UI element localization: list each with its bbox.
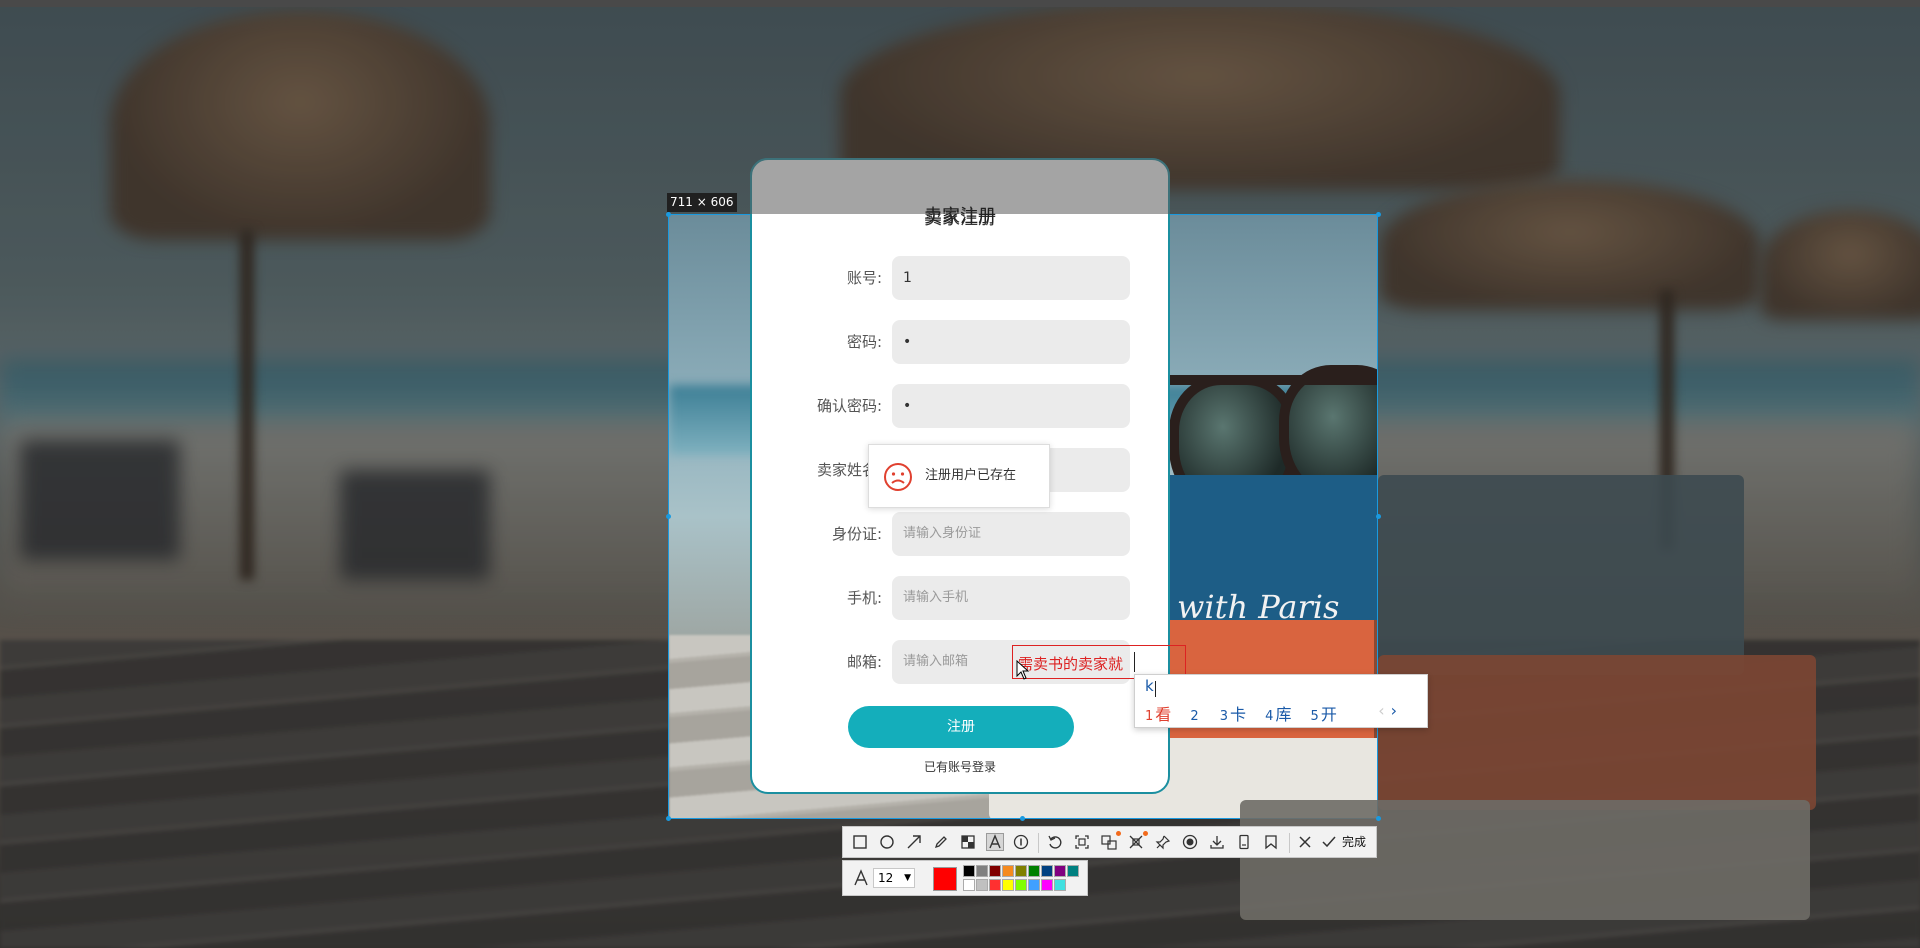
ime-composition: k [1145, 677, 1154, 695]
color-swatch[interactable] [1067, 865, 1079, 877]
rectangle-icon[interactable] [852, 834, 868, 850]
resize-handle[interactable] [1376, 816, 1381, 821]
field-label: 确认密码: [816, 397, 882, 415]
ime-caret [1155, 681, 1156, 697]
font-size-select[interactable]: 12 ▼ [873, 868, 915, 888]
ime-candidate[interactable]: 2 [1190, 705, 1200, 724]
form-row-confirm-password: 确认密码: • [752, 384, 1172, 428]
cancel-icon[interactable] [1297, 834, 1313, 850]
long-screenshot-icon[interactable] [1236, 834, 1252, 850]
resize-handle[interactable] [666, 212, 671, 217]
phone-input[interactable]: 请输入手机 [892, 576, 1130, 620]
ellipse-icon[interactable] [879, 834, 895, 850]
color-swatch[interactable] [989, 865, 1001, 877]
book-edge [1378, 655, 1816, 810]
form-row-id-card: 身份证: 请输入身份证 [752, 512, 1172, 556]
done-check-icon[interactable] [1321, 834, 1337, 850]
ime-page-nav: ‹ › [1378, 701, 1397, 720]
new-feature-dot [1116, 831, 1121, 836]
screenshot-toolbar: 完成 [842, 826, 1377, 858]
serial-number-icon[interactable] [1013, 834, 1029, 850]
selection-size-badge: 711 × 606 [667, 193, 737, 212]
pencil-icon[interactable] [933, 834, 949, 850]
ime-candidate[interactable]: 1看 [1145, 701, 1171, 725]
color-swatch[interactable] [1015, 865, 1027, 877]
font-icon [853, 869, 869, 891]
ime-prev-page-icon[interactable]: ‹ [1378, 701, 1384, 720]
confirm-password-input[interactable]: • [892, 384, 1130, 428]
color-swatch[interactable] [963, 879, 975, 891]
form-row-account: 账号: 1 [752, 256, 1172, 300]
text-icon[interactable] [986, 833, 1004, 851]
save-icon[interactable] [1209, 834, 1225, 850]
error-toast: 注册用户已存在 [868, 444, 1050, 508]
undo-icon[interactable] [1047, 834, 1063, 850]
id-card-input[interactable]: 请输入身份证 [892, 512, 1130, 556]
form-row-password: 密码: • [752, 320, 1172, 364]
book-edge [1240, 800, 1810, 920]
resize-handle[interactable] [666, 514, 671, 519]
field-label: 身份证: [831, 525, 882, 543]
ime-candidate[interactable]: 5开 [1311, 701, 1337, 725]
ime-candidate-window: k 1看 2 3卡 4库 5开 ‹ › [1134, 674, 1428, 728]
color-palette [963, 865, 1081, 893]
scroll-capture-icon[interactable] [1128, 834, 1144, 850]
pin-icon[interactable] [1155, 834, 1171, 850]
bookmark-icon[interactable] [1263, 834, 1279, 850]
field-label: 手机: [846, 589, 882, 607]
text-style-toolbar: 12 ▼ [842, 860, 1088, 896]
color-swatch[interactable] [1002, 879, 1014, 891]
ime-next-page-icon[interactable]: › [1391, 701, 1397, 720]
field-label: 邮箱: [846, 653, 882, 671]
text-caret [1134, 652, 1135, 672]
toast-message: 注册用户已存在 [925, 468, 1017, 483]
color-swatch[interactable] [1054, 879, 1066, 891]
color-swatch[interactable] [1028, 879, 1040, 891]
color-swatch[interactable] [1041, 865, 1053, 877]
password-input[interactable]: • [892, 320, 1130, 364]
annotation-text: 需卖书的卖家就 [1018, 655, 1124, 673]
font-size-value: 12 [878, 871, 894, 885]
color-swatch[interactable] [1041, 879, 1053, 891]
resize-handle[interactable] [666, 816, 671, 821]
resize-handle[interactable] [1020, 816, 1025, 821]
done-button[interactable]: 完成 [1342, 827, 1366, 857]
field-label: 密码: [846, 333, 882, 351]
field-label: 账号: [846, 269, 882, 287]
color-swatch[interactable] [976, 879, 988, 891]
arrow-icon[interactable] [906, 834, 922, 850]
color-swatch[interactable] [1015, 879, 1027, 891]
book-edge [1378, 475, 1744, 675]
mouse-cursor-icon [1016, 660, 1030, 680]
login-link[interactable]: 已有账号登录 [752, 758, 1168, 775]
ocr-icon[interactable] [1074, 834, 1090, 850]
color-swatch[interactable] [989, 879, 1001, 891]
sad-face-icon [884, 463, 912, 491]
ime-candidate-list: 1看 2 3卡 4库 5开 [1145, 701, 1351, 725]
record-icon[interactable] [1182, 834, 1198, 850]
toolbar-divider [1038, 833, 1039, 853]
color-swatch[interactable] [963, 865, 975, 877]
chevron-down-icon: ▼ [904, 873, 911, 883]
color-swatch[interactable] [976, 865, 988, 877]
form-row-phone: 手机: 请输入手机 [752, 576, 1172, 620]
resize-handle[interactable] [1376, 212, 1381, 217]
translate-icon[interactable] [1101, 834, 1117, 850]
resize-handle[interactable] [1376, 514, 1381, 519]
ime-candidate[interactable]: 3卡 [1220, 701, 1246, 725]
color-swatch[interactable] [1002, 865, 1014, 877]
color-swatch[interactable] [1054, 865, 1066, 877]
new-feature-dot [1143, 831, 1148, 836]
current-color-swatch[interactable] [933, 867, 957, 891]
sunglasses-frame [1154, 375, 1377, 385]
ime-candidate[interactable]: 4库 [1265, 701, 1291, 725]
register-button[interactable]: 注册 [848, 706, 1074, 748]
page-title-overlay: 卖家注册 [924, 206, 996, 227]
color-swatch[interactable] [1028, 865, 1040, 877]
mosaic-icon[interactable] [960, 834, 976, 850]
toolbar-divider [1289, 833, 1290, 853]
account-input[interactable]: 1 [892, 256, 1130, 300]
